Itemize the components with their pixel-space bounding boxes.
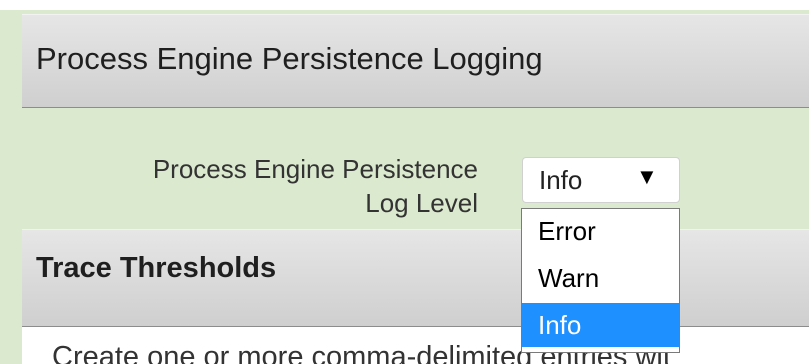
log-level-label-line2: Log Level: [365, 188, 478, 218]
section-header-persistence-logging: Process Engine Persistence Logging: [22, 14, 809, 108]
section-title: Trace Thresholds: [36, 252, 277, 284]
section-title: Process Engine Persistence Logging: [36, 41, 543, 76]
log-level-options-list: Error Warn Info: [521, 208, 680, 353]
trace-thresholds-body: Create one or more comma-delimited entri…: [22, 327, 809, 364]
section-header-trace-thresholds: Trace Thresholds: [22, 229, 809, 327]
log-level-label-line1: Process Engine Persistence: [152, 154, 478, 184]
log-level-selected-value: Info: [539, 165, 583, 195]
option-info[interactable]: Info: [522, 303, 679, 347]
dropdown-arrow-icon[interactable]: ▼: [636, 164, 658, 190]
option-warn[interactable]: Warn: [522, 256, 679, 300]
log-level-select[interactable]: Info ▼: [522, 157, 680, 203]
top-strip: [0, 0, 809, 10]
option-error[interactable]: Error: [522, 209, 679, 253]
log-level-label: Process Engine Persistence Log Level: [34, 152, 478, 220]
